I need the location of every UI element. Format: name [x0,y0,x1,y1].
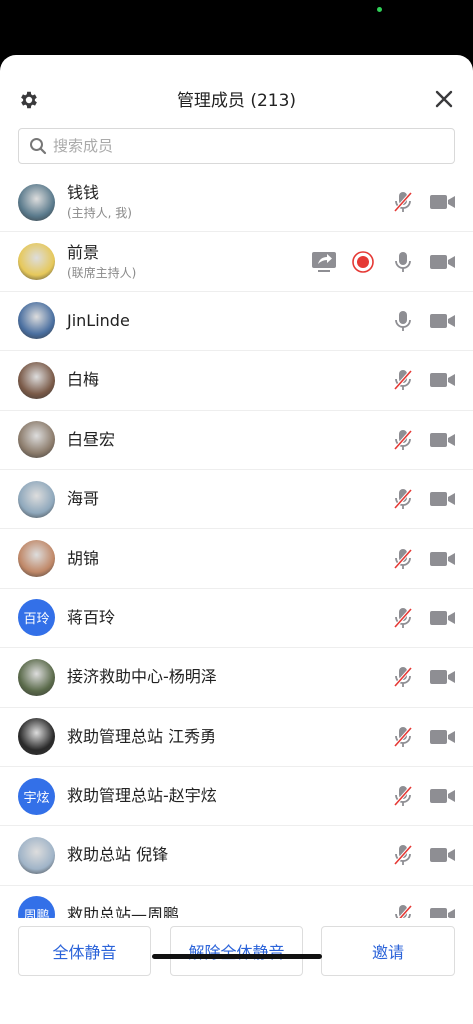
camera-icon[interactable] [430,193,456,211]
member-row[interactable]: 宇炫 救助管理总站-赵宇炫 [0,767,473,827]
avatar: 周鹏 [18,896,55,918]
mic-muted-icon[interactable] [392,428,414,452]
member-name: 救助总站—周鹏 [67,904,180,918]
member-row[interactable]: 白梅 [0,351,473,411]
mic-icon[interactable] [392,309,414,333]
member-name: 胡锦 [67,548,100,568]
mic-muted-icon[interactable] [392,725,414,749]
member-name: 救助管理总站-赵宇炫 [67,786,217,806]
member-role: (联席主持人) [67,265,137,280]
mute-all-button[interactable]: 全体静音 [18,926,151,976]
search-input[interactable] [53,137,433,155]
camera-icon[interactable] [430,609,456,627]
mic-muted-icon[interactable] [392,843,414,867]
close-icon[interactable] [433,88,455,110]
camera-icon[interactable] [430,312,456,330]
mic-muted-icon[interactable] [392,784,414,808]
avatar [18,836,55,874]
member-row[interactable]: 白昼宏 [0,411,473,470]
avatar [18,718,55,756]
member-row[interactable]: JinLinde [0,292,473,352]
member-name: 白梅 [67,370,100,390]
member-info: JinLinde [67,311,130,331]
member-row[interactable]: 百玲 蒋百玲 [0,589,473,649]
member-row[interactable]: 救助总站 倪锋 [0,826,473,886]
member-name: 白昼宏 [67,429,116,449]
mic-muted-icon[interactable] [392,903,414,918]
avatar [18,480,55,518]
manage-members-sheet: 管理成员 (213) 钱钱 (主持人, 我) 前景 (联席主持人) JinLinde 白梅… [0,55,473,1024]
screen-share-icon[interactable] [311,251,337,273]
page-title: 管理成员 (213) [176,91,297,111]
mic-muted-icon[interactable] [392,547,414,571]
camera-icon[interactable] [430,431,456,449]
member-info: 白梅 [67,370,99,390]
member-row[interactable]: 海哥 [0,470,473,530]
member-info: 白昼宏 [67,430,115,450]
member-role: (主持人, 我) [67,206,132,221]
member-info: 救助管理总站 江秀勇 [67,727,216,747]
member-name: 前景 [67,242,100,262]
member-row[interactable]: 胡锦 [0,529,473,589]
camera-icon[interactable] [430,728,456,746]
camera-icon[interactable] [430,550,456,568]
search-icon [30,138,47,155]
camera-icon[interactable] [430,490,456,508]
member-info: 蒋百玲 [67,608,115,628]
home-indicator [152,954,322,959]
camera-icon[interactable] [430,371,456,389]
member-row[interactable]: 接济救助中心-杨明泽 [0,648,473,708]
camera-icon[interactable] [430,787,456,805]
member-name: 救助管理总站 江秀勇 [67,726,217,746]
mic-muted-icon[interactable] [392,190,414,214]
member-name: JinLinde [67,310,130,330]
member-name: 钱钱 [67,183,100,203]
member-info: 钱钱 (主持人, 我) [67,183,132,221]
avatar [18,421,55,459]
member-info: 接济救助中心-杨明泽 [67,667,217,687]
avatar: 宇炫 [18,777,55,815]
mic-muted-icon[interactable] [392,665,414,689]
member-info: 前景 (联席主持人) [67,243,136,281]
footer-actions: 全体静音 解除全体静音 邀请 [0,918,473,1024]
member-info: 海哥 [67,489,99,509]
mic-muted-icon[interactable] [392,368,414,392]
camera-icon[interactable] [430,668,456,686]
member-info: 救助管理总站-赵宇炫 [67,786,217,806]
avatar [18,361,55,399]
avatar [18,540,55,578]
avatar [18,302,55,340]
camera-icon[interactable] [430,906,456,918]
member-name: 救助总站 倪锋 [67,845,169,865]
mic-icon[interactable] [392,250,414,274]
member-name: 接济救助中心-杨明泽 [67,667,217,687]
avatar [18,243,55,281]
invite-button[interactable]: 邀请 [321,926,455,976]
member-name: 海哥 [67,489,100,509]
mic-muted-icon[interactable] [392,606,414,630]
member-row[interactable]: 钱钱 (主持人, 我) [0,173,473,233]
avatar: 百玲 [18,599,55,637]
member-row[interactable]: 前景 (联席主持人) [0,232,473,292]
search-box[interactable] [18,128,455,164]
avatar [18,658,55,696]
unmute-all-button[interactable]: 解除全体静音 [170,926,303,976]
member-row[interactable]: 救助管理总站 江秀勇 [0,708,473,767]
member-list[interactable]: 钱钱 (主持人, 我) 前景 (联席主持人) JinLinde 白梅白昼宏海哥胡锦百玲 蒋百… [0,173,473,918]
camera-indicator-dot [377,7,382,12]
avatar [18,183,55,221]
member-info: 胡锦 [67,549,99,569]
mic-muted-icon[interactable] [392,487,414,511]
member-info: 救助总站 倪锋 [67,845,168,865]
camera-icon[interactable] [430,846,456,864]
member-name: 蒋百玲 [67,607,116,627]
camera-icon[interactable] [430,253,456,271]
record-icon[interactable] [352,250,374,273]
member-row[interactable]: 周鹏 救助总站—周鹏 [0,886,473,918]
member-info: 救助总站—周鹏 [67,905,179,918]
